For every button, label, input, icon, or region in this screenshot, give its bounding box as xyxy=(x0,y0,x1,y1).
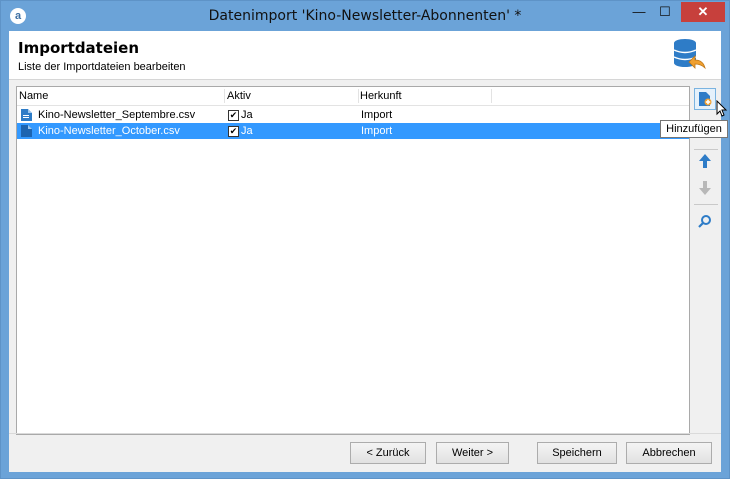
close-button[interactable]: ✕ xyxy=(681,2,725,22)
active-label: Ja xyxy=(241,109,253,121)
tooltip-add: Hinzufügen xyxy=(660,120,728,138)
back-button[interactable]: < Zurück xyxy=(350,442,426,464)
arrow-down-icon xyxy=(699,181,711,195)
maximize-button[interactable]: ☐ xyxy=(652,2,678,22)
move-down-button[interactable] xyxy=(694,177,716,199)
active-label: Ja xyxy=(241,125,253,137)
cancel-button-label: Abbrechen xyxy=(642,447,696,459)
add-button[interactable] xyxy=(694,88,716,110)
column-separator[interactable] xyxy=(224,89,225,103)
add-file-icon xyxy=(699,92,712,106)
list-header: Name Aktiv Herkunft xyxy=(17,87,689,106)
origin-cell: Import xyxy=(361,125,393,137)
csv-file-icon xyxy=(21,125,32,137)
column-header-origin[interactable]: Herkunft xyxy=(360,87,402,105)
dialog-window: a Datenimport 'Kino-Newsletter-Abonnente… xyxy=(0,0,730,479)
side-toolbar xyxy=(694,86,728,236)
page-title: Importdateien xyxy=(18,39,140,57)
table-row[interactable]: Kino-Newsletter_Septembre.csv ✔ Ja Impor… xyxy=(17,107,689,123)
database-import-icon xyxy=(673,39,706,70)
column-separator[interactable] xyxy=(491,89,492,103)
active-checkbox[interactable]: ✔ xyxy=(228,126,239,137)
csv-file-icon xyxy=(21,109,32,121)
minimize-button[interactable]: — xyxy=(626,2,652,22)
import-files-list[interactable]: Name Aktiv Herkunft Kino-Newsletter_Sept… xyxy=(16,86,690,435)
mouse-cursor-icon xyxy=(716,100,728,117)
save-button[interactable]: Speichern xyxy=(537,442,617,464)
origin-cell: Import xyxy=(361,109,393,121)
search-icon xyxy=(698,215,711,228)
dialog-client: Importdateien Liste der Importdateien be… xyxy=(9,31,728,472)
back-button-label: < Zurück xyxy=(366,447,410,459)
column-header-name[interactable]: Name xyxy=(19,87,48,105)
title-bar[interactable]: a Datenimport 'Kino-Newsletter-Abonnente… xyxy=(1,1,729,31)
table-row-selected[interactable]: Kino-Newsletter_October.csv ✔ Ja Import xyxy=(17,123,689,139)
wizard-footer: < Zurück Weiter > Speichern Abbrechen xyxy=(9,434,721,472)
column-separator[interactable] xyxy=(358,89,359,103)
wizard-header: Importdateien Liste der Importdateien be… xyxy=(9,31,721,80)
next-button[interactable]: Weiter > xyxy=(436,442,509,464)
toolbar-divider xyxy=(694,204,718,205)
save-button-label: Speichern xyxy=(552,447,602,459)
window-title: Datenimport 'Kino-Newsletter-Abonnenten'… xyxy=(208,8,522,24)
arrow-up-icon xyxy=(699,154,711,168)
active-checkbox[interactable]: ✔ xyxy=(228,110,239,121)
file-name-cell: Kino-Newsletter_October.csv xyxy=(38,125,180,137)
cancel-button[interactable]: Abbrechen xyxy=(626,442,712,464)
next-button-label: Weiter > xyxy=(451,447,494,459)
search-button[interactable] xyxy=(694,210,716,232)
move-up-button[interactable] xyxy=(694,150,716,172)
page-subtitle: Liste der Importdateien bearbeiten xyxy=(18,61,186,73)
column-header-active[interactable]: Aktiv xyxy=(227,87,251,105)
file-name-cell: Kino-Newsletter_Septembre.csv xyxy=(38,109,196,121)
